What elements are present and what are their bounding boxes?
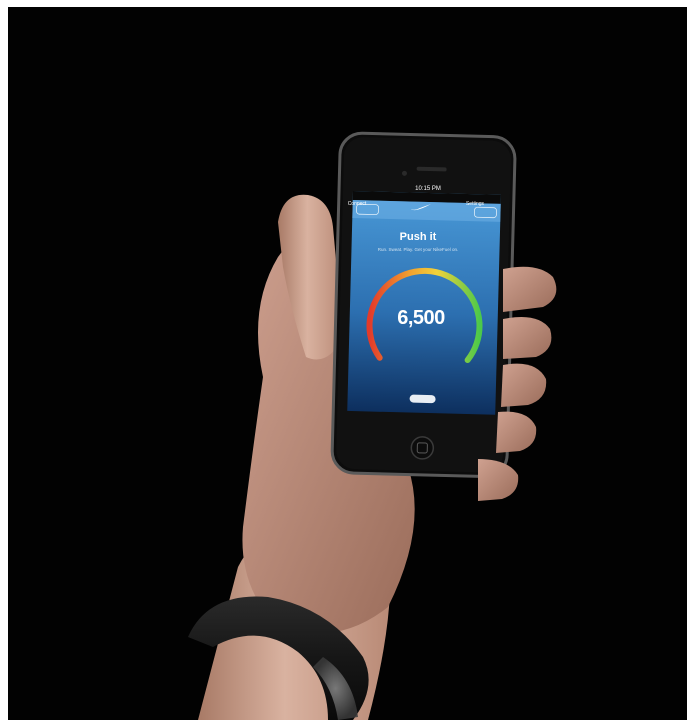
nike-swoosh-icon — [410, 203, 432, 211]
screen-title: Push it — [399, 231, 437, 243]
iphone — [330, 131, 517, 479]
photo-scene — [188, 131, 557, 720]
connect-button[interactable]: Connect — [347, 201, 367, 207]
screen-subtitle: Run. Sweat. Play. Get your NikeFuel on. — [377, 247, 459, 252]
settings-button[interactable]: Settings — [465, 201, 485, 207]
finger-4 — [496, 411, 537, 453]
finger-5 — [478, 459, 519, 501]
finger-1 — [503, 266, 557, 312]
home-button-icon — [410, 436, 435, 460]
finger-3 — [501, 363, 547, 407]
fuel-value: 6,500 — [397, 307, 445, 329]
finger-2 — [503, 316, 552, 359]
photo-frame: 10:15 PM Connect Settings Push it Run. S… — [8, 7, 687, 720]
status-time: 10:15 PM — [415, 186, 441, 192]
